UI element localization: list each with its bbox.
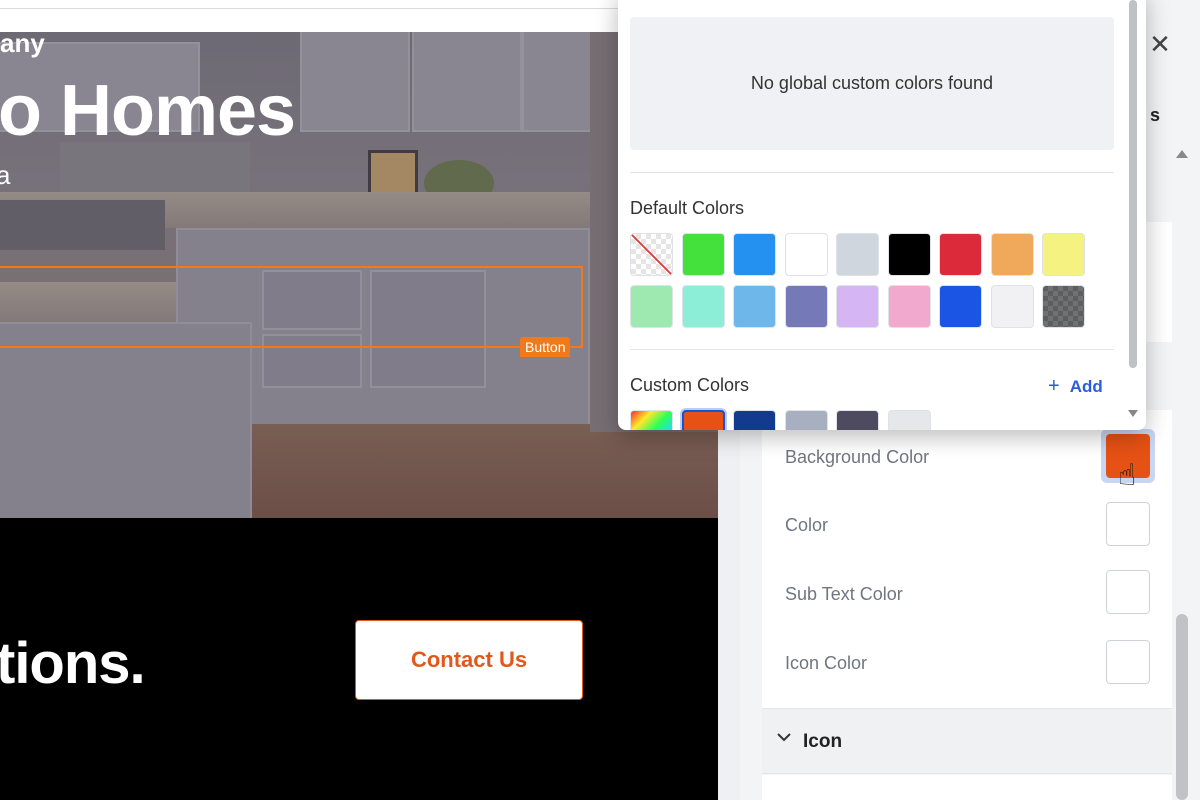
- add-custom-color-button[interactable]: + Add: [1048, 375, 1103, 398]
- custom-color-swatch[interactable]: [887, 410, 931, 430]
- divider: [630, 349, 1114, 350]
- hero-company-text: any: [0, 32, 45, 58]
- global-colors-empty-state: No global custom colors found: [630, 17, 1114, 150]
- selected-button-outline[interactable]: [0, 266, 583, 348]
- close-icon[interactable]: ✕: [1148, 31, 1172, 57]
- color-swatch[interactable]: [939, 233, 982, 276]
- no-color-swatch[interactable]: [630, 233, 673, 276]
- custom-colors-row: [630, 410, 931, 430]
- scroll-up-arrow[interactable]: [1176, 150, 1188, 158]
- picker-scrollbar[interactable]: [1129, 0, 1137, 368]
- color-swatch[interactable]: [990, 285, 1034, 328]
- plus-icon: +: [1048, 375, 1060, 397]
- color-swatch[interactable]: [836, 233, 879, 276]
- page-preview-canvas: any o Homes a Button tions. Contact Us: [0, 0, 718, 800]
- color-swatch[interactable]: [733, 285, 776, 328]
- color-swatch[interactable]: [887, 233, 931, 276]
- custom-color-swatch[interactable]: [681, 410, 725, 430]
- chevron-down-icon[interactable]: [774, 727, 794, 747]
- color-swatch[interactable]: [733, 233, 776, 276]
- icon-color-label: Icon Color: [785, 653, 868, 673]
- icon-section-label[interactable]: Icon: [803, 731, 842, 753]
- default-colors-grid: [630, 233, 1090, 328]
- sub-text-color-label: Sub Text Color: [785, 584, 903, 604]
- color-swatch[interactable]: [784, 233, 828, 276]
- color-swatch[interactable]: [630, 285, 673, 328]
- color-label: Color: [785, 515, 829, 535]
- color-swatch[interactable]: [990, 233, 1034, 276]
- background-color-label: Background Color: [785, 447, 930, 467]
- divider: [630, 172, 1114, 173]
- color-swatch[interactable]: [1106, 502, 1150, 546]
- custom-color-swatch[interactable]: [733, 410, 776, 430]
- hero-title: o Homes: [0, 71, 296, 151]
- panel-tab-label[interactable]: s: [1150, 105, 1160, 126]
- color-swatch[interactable]: [784, 285, 828, 328]
- cta-section[interactable]: tions. Contact Us: [0, 518, 718, 800]
- color-picker-popup: No global custom colors found Default Co…: [618, 0, 1146, 430]
- add-label: Add: [1069, 377, 1103, 396]
- color-swatch[interactable]: [1042, 233, 1085, 276]
- transparent-dark-swatch[interactable]: [1042, 285, 1085, 328]
- icon-color-swatch[interactable]: [1106, 640, 1150, 684]
- scroll-down-arrow[interactable]: [1128, 410, 1138, 417]
- color-swatch[interactable]: [939, 285, 982, 328]
- hand-pointer-icon: ☝: [1118, 459, 1137, 492]
- contact-us-button[interactable]: Contact Us: [355, 620, 583, 700]
- settings-block: [762, 775, 1172, 800]
- default-colors-heading: Default Colors: [630, 198, 745, 218]
- custom-color-swatch[interactable]: [836, 410, 879, 430]
- hero-subtitle: a: [0, 160, 11, 190]
- custom-color-swatch[interactable]: [784, 410, 828, 430]
- color-swatch[interactable]: [681, 285, 725, 328]
- color-swatch[interactable]: [681, 233, 725, 276]
- selected-element-tag[interactable]: Button: [520, 337, 571, 357]
- hero-section[interactable]: any o Homes a Button: [0, 32, 718, 518]
- color-swatch[interactable]: [887, 285, 931, 328]
- custom-colors-heading: Custom Colors: [630, 375, 750, 395]
- canvas-top-bar: [0, 0, 718, 9]
- cta-heading: tions.: [0, 631, 146, 696]
- color-wheel-swatch[interactable]: [630, 410, 673, 430]
- panel-scrollbar[interactable]: [1176, 614, 1188, 800]
- color-swatch[interactable]: [836, 285, 879, 328]
- sub-text-color-swatch[interactable]: [1106, 570, 1150, 614]
